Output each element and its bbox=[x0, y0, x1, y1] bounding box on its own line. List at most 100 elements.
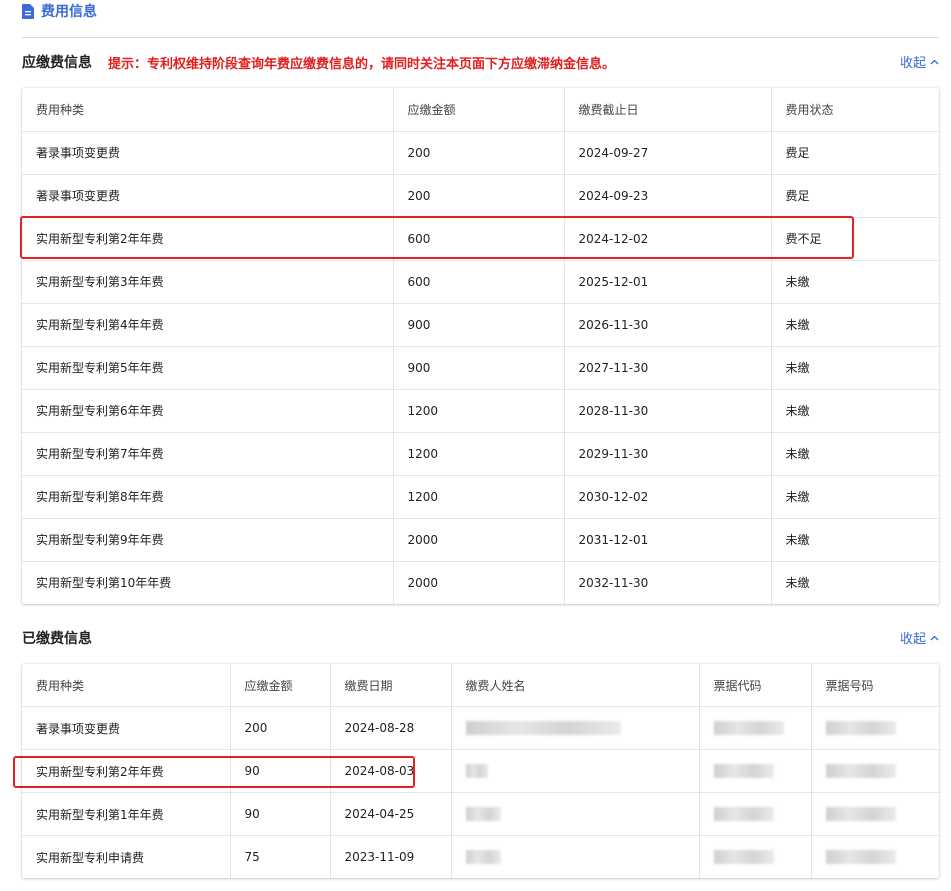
table-row: 著录事项变更费 200 2024-09-27 费足 bbox=[22, 131, 939, 175]
paid-collapse-toggle[interactable]: 收起 bbox=[900, 628, 939, 647]
table-cell: 600 bbox=[393, 217, 565, 261]
table-cell: 实用新型专利第7年年费 bbox=[22, 432, 394, 476]
table-cell: 200 bbox=[393, 131, 565, 175]
table-cell: 600 bbox=[393, 260, 565, 304]
payer-name-redacted bbox=[451, 792, 700, 836]
table-cell: 实用新型专利第10年年费 bbox=[22, 561, 394, 604]
due-collapse-label: 收起 bbox=[899, 56, 926, 71]
table-row: 实用新型专利第3年年费 600 2025-12-01 未缴 bbox=[22, 260, 939, 304]
header-divider bbox=[22, 37, 939, 38]
column-header: 缴费人姓名 bbox=[451, 664, 700, 707]
due-section-header: 应缴费信息 提示：专利权维持阶段查询年费应缴费信息的，请同时关注本页面下方应缴滞… bbox=[22, 52, 939, 72]
table-cell: 900 bbox=[393, 346, 565, 390]
table-cell: 2029-11-30 bbox=[564, 432, 772, 476]
receipt-number-redacted bbox=[811, 706, 939, 750]
paid-fees-table: 费用种类 应缴金额 缴费日期 缴费人姓名 票据代码 票据号码 著录事项变更费 200 2024… bbox=[22, 664, 939, 878]
table-cell: 2024-04-25 bbox=[330, 792, 452, 836]
redacted-blur bbox=[713, 850, 774, 865]
table-cell: 未缴 bbox=[771, 432, 939, 476]
table-cell: 实用新型专利第8年年费 bbox=[22, 475, 394, 519]
table-cell: 1200 bbox=[393, 432, 565, 476]
table-cell: 2024-09-23 bbox=[564, 174, 772, 218]
page-title: 费用信息 bbox=[41, 4, 97, 20]
redacted-blur bbox=[825, 807, 896, 822]
paid-section-header: 已缴费信息 收起 bbox=[22, 628, 939, 648]
redacted-blur bbox=[825, 721, 896, 736]
receipt-code-redacted bbox=[699, 749, 812, 793]
table-row: 实用新型专利申请费 75 2023-11-09 bbox=[22, 835, 939, 879]
table-cell: 2025-12-01 bbox=[564, 260, 772, 304]
redacted-blur bbox=[465, 850, 501, 865]
due-collapse-toggle[interactable]: 收起 bbox=[900, 52, 939, 71]
column-header: 缴费截止日 bbox=[564, 88, 772, 132]
receipt-number-redacted bbox=[811, 836, 939, 879]
table-cell: 200 bbox=[393, 174, 565, 218]
table-row: 著录事项变更费 200 2024-09-23 费足 bbox=[22, 174, 939, 218]
table-row: 实用新型专利第6年年费 1200 2028-11-30 未缴 bbox=[22, 389, 939, 433]
due-table-header-row: 费用种类 应缴金额 缴费截止日 费用状态 bbox=[22, 88, 939, 132]
table-cell: 2000 bbox=[393, 518, 565, 562]
table-row: 实用新型专利第2年年费 90 2024-08-03 bbox=[22, 749, 939, 793]
table-cell: 1200 bbox=[393, 389, 565, 433]
payer-name-redacted bbox=[451, 749, 700, 793]
table-cell: 著录事项变更费 bbox=[22, 174, 394, 218]
table-cell: 2024-09-27 bbox=[564, 131, 772, 175]
table-cell: 2000 bbox=[393, 561, 565, 604]
table-cell: 200 bbox=[230, 706, 331, 750]
redacted-blur bbox=[465, 807, 501, 822]
receipt-code-redacted bbox=[699, 706, 812, 750]
payer-name-redacted bbox=[451, 835, 700, 878]
table-cell: 未缴 bbox=[771, 518, 939, 562]
table-cell: 实用新型专利第9年年费 bbox=[22, 518, 394, 562]
table-cell: 90 bbox=[230, 792, 331, 836]
receipt-number-redacted bbox=[811, 792, 939, 836]
table-row: 实用新型专利第10年年费 2000 2032-11-30 未缴 bbox=[22, 561, 939, 604]
table-cell: 2024-08-03 bbox=[330, 749, 452, 793]
column-header: 票据号码 bbox=[811, 664, 939, 707]
table-cell: 实用新型专利申请费 bbox=[22, 835, 231, 878]
due-section-tip: 提示：专利权维持阶段查询年费应缴费信息的，请同时关注本页面下方应缴滞纳金信息。 bbox=[108, 56, 616, 72]
redacted-blur bbox=[825, 764, 896, 779]
receipt-code-redacted bbox=[699, 835, 812, 878]
paid-collapse-label: 收起 bbox=[899, 632, 926, 647]
redacted-blur bbox=[465, 764, 488, 779]
table-row: 实用新型专利第4年年费 900 2026-11-30 未缴 bbox=[22, 303, 939, 347]
table-row: 实用新型专利第9年年费 2000 2031-12-01 未缴 bbox=[22, 518, 939, 562]
table-cell: 75 bbox=[230, 835, 331, 878]
table-row: 实用新型专利第8年年费 1200 2030-12-02 未缴 bbox=[22, 475, 939, 519]
table-cell: 实用新型专利第2年年费 bbox=[22, 217, 394, 261]
chevron-up-icon bbox=[930, 635, 939, 640]
table-cell: 实用新型专利第2年年费 bbox=[22, 749, 231, 793]
table-cell: 2030-12-02 bbox=[564, 475, 772, 519]
table-cell: 著录事项变更费 bbox=[22, 131, 394, 175]
table-cell: 1200 bbox=[393, 475, 565, 519]
table-cell: 未缴 bbox=[771, 475, 939, 519]
table-cell: 费足 bbox=[771, 131, 939, 175]
table-cell: 2026-11-30 bbox=[564, 303, 772, 347]
table-row: 实用新型专利第5年年费 900 2027-11-30 未缴 bbox=[22, 346, 939, 390]
table-cell: 2032-11-30 bbox=[564, 561, 772, 604]
table-row: 实用新型专利第2年年费 600 2024-12-02 费不足 bbox=[22, 217, 939, 261]
paid-section-title: 已缴费信息 bbox=[22, 631, 92, 647]
table-cell: 实用新型专利第6年年费 bbox=[22, 389, 394, 433]
table-cell: 未缴 bbox=[771, 346, 939, 390]
column-header: 费用种类 bbox=[22, 664, 231, 707]
table-cell: 未缴 bbox=[771, 303, 939, 347]
redacted-blur bbox=[713, 764, 774, 779]
column-header: 缴费日期 bbox=[330, 664, 452, 707]
table-cell: 90 bbox=[230, 749, 331, 793]
table-cell: 实用新型专利第1年年费 bbox=[22, 792, 231, 836]
table-cell: 2024-12-02 bbox=[564, 217, 772, 261]
table-cell: 2027-11-30 bbox=[564, 346, 772, 390]
table-cell: 著录事项变更费 bbox=[22, 706, 231, 750]
table-cell: 未缴 bbox=[771, 389, 939, 433]
redacted-blur bbox=[713, 807, 774, 822]
table-row: 著录事项变更费 200 2024-08-28 bbox=[22, 706, 939, 750]
receipt-number-redacted bbox=[811, 749, 939, 793]
page-header: 费用信息 bbox=[22, 0, 97, 22]
table-cell: 实用新型专利第4年年费 bbox=[22, 303, 394, 347]
due-section-title: 应缴费信息 bbox=[22, 55, 92, 71]
table-cell: 2023-11-09 bbox=[330, 835, 452, 878]
payer-name-redacted bbox=[451, 706, 700, 750]
table-cell: 未缴 bbox=[785, 576, 810, 591]
